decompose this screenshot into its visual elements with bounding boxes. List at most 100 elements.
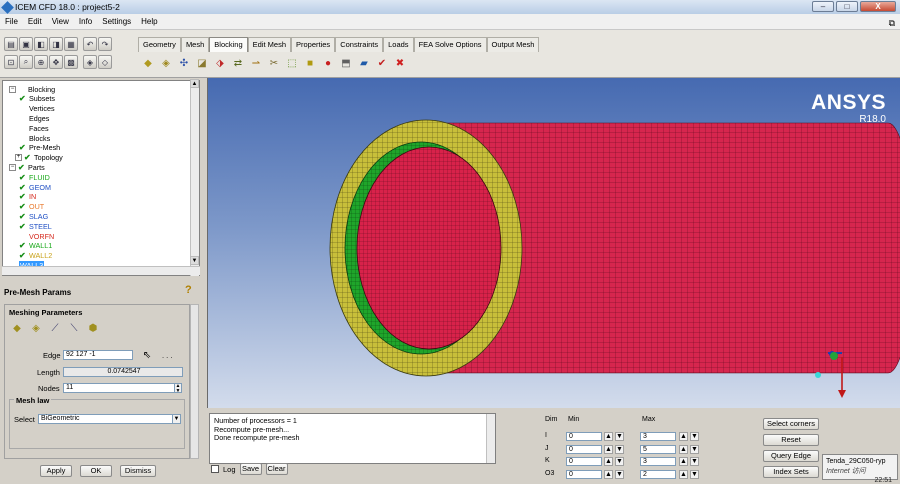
select-edge-icon[interactable]: ⇖ xyxy=(139,347,155,363)
min-down-arrow-icon[interactable]: ▼ xyxy=(615,432,624,441)
expand-toggle-icon[interactable]: + xyxy=(15,154,22,162)
update-all-icon[interactable]: ◆ xyxy=(9,320,25,336)
block-checks-icon[interactable]: ▰ xyxy=(356,55,372,71)
tree-item[interactable]: ✔ WALL1 xyxy=(19,241,52,251)
max-up-arrow-icon[interactable]: ▲ xyxy=(679,432,688,441)
edge-browse-button[interactable]: . . . xyxy=(162,351,172,360)
tree-item[interactable]: Faces xyxy=(19,123,49,133)
apply-button[interactable]: Apply xyxy=(40,465,72,477)
max-index-field[interactable]: 3 xyxy=(640,432,676,441)
wireframe-icon[interactable]: ◇ xyxy=(98,55,112,69)
max-up-arrow-icon[interactable]: ▲ xyxy=(679,444,688,454)
solid-display-icon[interactable]: ◈ xyxy=(83,55,97,69)
tree-item[interactable]: ✔ IN xyxy=(19,192,36,202)
refinement-icon[interactable]: ⬢ xyxy=(85,320,101,336)
menu-edit[interactable]: Edit xyxy=(23,17,47,26)
checkmark-icon[interactable] xyxy=(19,105,26,112)
tree-item[interactable]: ✔ FLUID xyxy=(19,172,50,182)
checkmark-icon[interactable]: ✔ xyxy=(19,183,26,191)
mesh-display-icon[interactable]: ▩ xyxy=(64,55,78,69)
select-corners-button[interactable]: Select corners xyxy=(763,418,819,430)
message-scrollbar[interactable] xyxy=(486,414,495,463)
edge-params-icon[interactable]: ⟋ xyxy=(47,320,63,336)
params-vertical-scrollbar[interactable] xyxy=(190,304,199,459)
checkmark-icon[interactable] xyxy=(19,125,26,132)
delete-block-icon[interactable]: ⬒ xyxy=(338,55,354,71)
ok-button[interactable]: OK xyxy=(80,465,112,477)
fit-window-icon[interactable]: ⊡ xyxy=(4,55,18,69)
checkmark-icon[interactable] xyxy=(18,86,25,93)
checkmark-icon[interactable]: ✔ xyxy=(19,252,26,260)
tab-mesh[interactable]: Mesh xyxy=(180,37,210,52)
minimize-button[interactable]: – xyxy=(812,1,834,12)
undo-icon[interactable]: ↶ xyxy=(83,37,97,51)
checkmark-icon[interactable] xyxy=(19,233,26,240)
edit-edge-icon[interactable]: ✂ xyxy=(266,55,282,71)
min-index-field[interactable]: 0 xyxy=(566,457,602,466)
premesh-smooth-icon[interactable]: ■ xyxy=(302,55,318,71)
move-vertex-icon[interactable]: ⇄ xyxy=(230,55,246,71)
max-down-arrow-icon[interactable]: ▼ xyxy=(690,444,699,454)
index-sets-button[interactable]: Index Sets xyxy=(763,466,819,478)
chevron-down-icon[interactable]: ▼ xyxy=(172,414,181,424)
checkmark-icon[interactable]: ✔ xyxy=(19,144,26,152)
max-down-arrow-icon[interactable]: ▼ xyxy=(690,469,699,479)
max-up-arrow-icon[interactable]: ▲ xyxy=(679,469,688,479)
checkmark-icon[interactable]: ✔ xyxy=(18,163,25,171)
query-edge-button[interactable]: Query Edge xyxy=(763,450,819,462)
tree-item[interactable]: − ✔ Parts xyxy=(9,162,45,172)
measure-icon[interactable]: ⊕ xyxy=(34,55,48,69)
tree-vertical-scrollbar[interactable]: ▲ ▼ xyxy=(190,79,199,276)
match-edges-icon[interactable]: ⟍ xyxy=(66,320,82,336)
checkmark-icon[interactable]: ✔ xyxy=(19,95,26,103)
open-mesh-icon[interactable]: ▦ xyxy=(64,37,78,51)
tree-item[interactable]: VORFN xyxy=(19,231,54,241)
checkmark-icon[interactable]: ✔ xyxy=(19,193,26,201)
tree-item[interactable]: ✔ Pre-Mesh xyxy=(19,143,60,153)
max-down-arrow-icon[interactable]: ▼ xyxy=(690,432,699,441)
nodes-stepper[interactable]: ▲ ▼ xyxy=(174,383,182,394)
checkmark-icon[interactable]: ✔ xyxy=(19,203,26,211)
tree-item[interactable]: Edges xyxy=(19,113,49,123)
associate-icon[interactable]: ⬗ xyxy=(212,55,228,71)
clear-log-button[interactable]: Clear xyxy=(265,463,288,475)
min-index-field[interactable]: 0 xyxy=(566,432,602,441)
expand-toggle-icon[interactable]: − xyxy=(9,85,16,93)
reset-button[interactable]: Reset xyxy=(763,434,819,446)
tab-fea-solve-options[interactable]: FEA Solve Options xyxy=(413,37,487,52)
merge-vertices-icon[interactable]: ✣ xyxy=(176,55,192,71)
max-down-arrow-icon[interactable]: ▼ xyxy=(690,457,699,466)
checkmark-icon[interactable] xyxy=(19,135,26,142)
expand-toggle-icon[interactable]: − xyxy=(9,163,16,171)
mesh-law-select[interactable]: BiGeometric xyxy=(38,414,174,424)
max-index-field[interactable]: 3 xyxy=(640,457,676,466)
close-button[interactable]: X xyxy=(860,1,896,12)
checkmark-icon[interactable]: ✔ xyxy=(19,242,26,250)
restore-icon[interactable]: ⧉ xyxy=(889,18,895,29)
tree-item[interactable]: ✔ OUT xyxy=(19,202,44,212)
split-block-icon[interactable]: ◈ xyxy=(158,55,174,71)
tab-loads[interactable]: Loads xyxy=(383,37,414,52)
tab-edit-mesh[interactable]: Edit Mesh xyxy=(247,37,291,52)
checkmark-icon[interactable]: ✔ xyxy=(19,173,26,181)
tree-item[interactable]: Vertices xyxy=(19,104,55,114)
save-project-icon[interactable]: ▣ xyxy=(19,37,33,51)
tree-item[interactable]: ✔ GEOM xyxy=(19,182,51,192)
tree-item[interactable]: ✔ Subsets xyxy=(19,94,55,104)
menu-file[interactable]: File xyxy=(0,17,23,26)
check-blocks-icon[interactable]: ● xyxy=(320,55,336,71)
zoom-box-icon[interactable]: ⌕ xyxy=(19,55,33,69)
open-geometry-icon[interactable]: ◧ xyxy=(34,37,48,51)
verify-icon[interactable]: ✔ xyxy=(374,55,390,71)
min-down-arrow-icon[interactable]: ▼ xyxy=(615,444,624,454)
checkmark-icon[interactable]: ✔ xyxy=(19,212,26,220)
maximize-button[interactable]: □ xyxy=(836,1,858,12)
tab-output-mesh[interactable]: Output Mesh xyxy=(486,37,540,52)
tree-item[interactable]: ✔ SLAG xyxy=(19,211,48,221)
help-icon[interactable]: ? xyxy=(185,284,192,296)
tab-properties[interactable]: Properties xyxy=(291,37,336,52)
min-up-arrow-icon[interactable]: ▲ xyxy=(604,469,613,479)
new-project-icon[interactable]: ▤ xyxy=(4,37,18,51)
log-checkbox[interactable] xyxy=(211,465,219,473)
min-index-field[interactable]: 0 xyxy=(566,444,602,454)
